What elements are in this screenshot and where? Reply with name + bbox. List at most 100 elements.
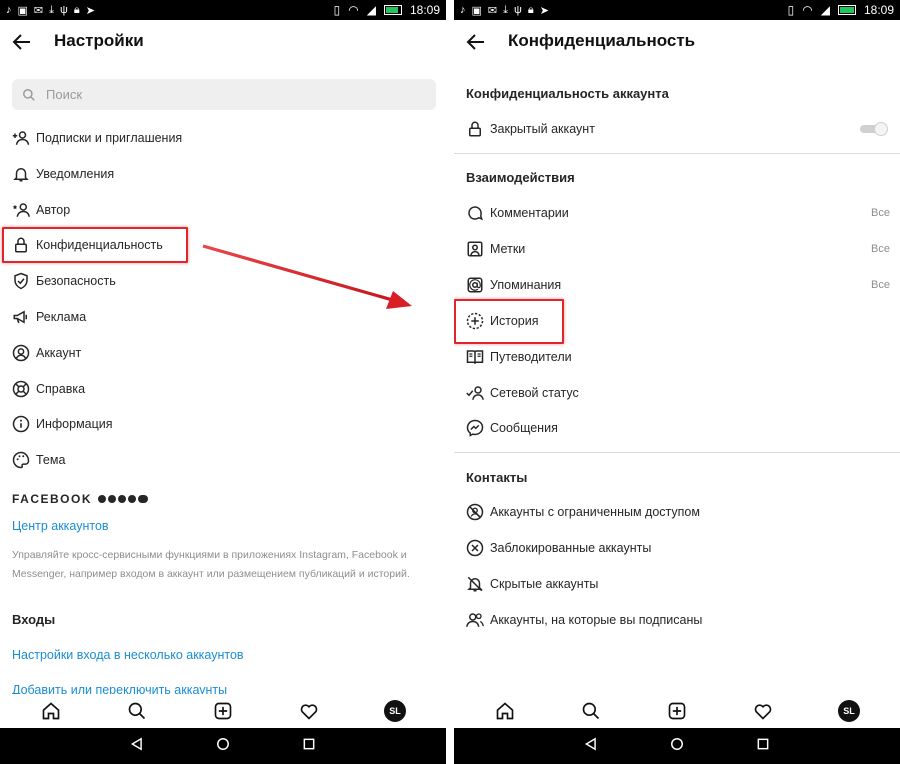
settings-item-ads[interactable]: Реклама <box>0 299 446 335</box>
bottom-navigation: SL <box>0 694 446 728</box>
interaction-item-activity-status[interactable]: Сетевой статус <box>454 375 900 411</box>
contacts-item-blocked[interactable]: Заблокированные аккаунты <box>454 530 900 566</box>
settings-item-label: Уведомления <box>36 167 115 181</box>
section-divider <box>454 452 900 453</box>
search-placeholder: Поиск <box>46 87 83 102</box>
settings-item-notifications[interactable]: Уведомления <box>0 156 446 192</box>
signal-icon: ◢ <box>820 3 830 17</box>
status-icons-right: ▯ ◠ ◢ 18:09 <box>334 3 440 17</box>
lock-status-icon: 🔒︎ <box>527 3 534 16</box>
system-back-icon[interactable] <box>130 736 144 756</box>
create-post-icon[interactable] <box>211 699 235 723</box>
settings-item-creator[interactable]: Автор <box>0 192 446 228</box>
activity-status-icon <box>465 383 485 403</box>
contacts-item-muted[interactable]: Скрытые аккаунты <box>454 566 900 602</box>
settings-item-help[interactable]: Справка <box>0 371 446 407</box>
system-recents-icon[interactable] <box>302 737 316 756</box>
search-tab-icon[interactable] <box>579 699 603 723</box>
messenger-icon <box>465 418 485 438</box>
search-tab-icon[interactable] <box>125 699 149 723</box>
interaction-item-tags[interactable]: Метки Все <box>454 231 900 267</box>
system-back-icon[interactable] <box>584 736 598 756</box>
multi-login-link[interactable]: Настройки входа в несколько аккаунтов <box>12 648 244 662</box>
wifi-icon: ◠ <box>348 3 359 17</box>
portal-icon <box>138 495 149 503</box>
comment-icon <box>465 203 485 223</box>
settings-item-label: Аккаунт <box>36 346 82 360</box>
image-icon: ▣ <box>471 4 482 17</box>
shield-icon <box>11 271 31 291</box>
usb-icon: ψ <box>60 4 68 16</box>
heart-icon[interactable] <box>751 699 775 723</box>
palette-icon <box>11 450 31 470</box>
contacts-item-restricted[interactable]: Аккаунты с ограниченным доступом <box>454 494 900 530</box>
interaction-item-comments[interactable]: Комментарии Все <box>454 195 900 231</box>
facebook-apps-icons <box>98 495 149 503</box>
contacts-label: Аккаунты, на которые вы подписаны <box>490 613 703 627</box>
interaction-item-guides[interactable]: Путеводители <box>454 339 900 375</box>
status-time: 18:09 <box>409 3 440 17</box>
accounts-center-description: Управляйте кросс-сервисными функциями в … <box>12 549 410 580</box>
heart-icon[interactable] <box>297 699 321 723</box>
page-title: Конфиденциальность <box>508 31 696 50</box>
settings-item-label: Безопасность <box>36 274 116 288</box>
back-arrow-icon[interactable] <box>464 30 488 54</box>
screenshot-root: ♪ ▣ ✉ ⤓ ψ 🔒︎ ➤ ▯ ◠ ◢ 18:09 Настройки Пои… <box>0 0 900 764</box>
privacy-header: Конфиденциальность <box>454 20 900 64</box>
account-privacy-heading: Конфиденциальность аккаунта <box>466 86 669 101</box>
private-account-row[interactable]: Закрытый аккаунт <box>454 111 900 147</box>
mail-icon: ✉ <box>33 4 44 17</box>
following-icon <box>465 610 485 630</box>
interaction-item-messages[interactable]: Сообщения <box>454 410 900 446</box>
logins-heading: Входы <box>12 612 56 627</box>
facebook-icon <box>98 495 107 503</box>
muted-icon <box>465 574 485 594</box>
settings-item-label: Автор <box>36 203 71 217</box>
settings-item-theme[interactable]: Тема <box>0 442 446 478</box>
settings-item-about[interactable]: Информация <box>0 406 446 442</box>
guide-icon <box>465 347 485 367</box>
bottom-navigation: SL <box>454 694 900 728</box>
back-arrow-icon[interactable] <box>10 30 34 54</box>
at-icon <box>465 275 485 295</box>
instagram-icon <box>118 495 127 503</box>
add-person-icon <box>11 128 31 148</box>
tiktok-icon: ♪ <box>460 4 466 16</box>
settings-item-label: Подписки и приглашения <box>36 131 183 145</box>
facebook-brand: FACEBOOK <box>12 492 93 506</box>
interaction-label: Сетевой статус <box>490 386 579 400</box>
image-icon: ▣ <box>17 4 28 17</box>
restricted-icon <box>465 502 485 522</box>
profile-tab[interactable]: SL <box>837 699 861 723</box>
interaction-item-mentions[interactable]: Упоминания Все <box>454 267 900 303</box>
status-bar: ♪ ▣ ✉ ⤓ ψ 🔒︎ ➤ ▯ ◠ ◢ 18:09 <box>0 0 446 20</box>
contacts-item-following[interactable]: Аккаунты, на которые вы подписаны <box>454 602 900 638</box>
settings-item-follow-invite[interactable]: Подписки и приглашения <box>0 120 446 156</box>
blocked-icon <box>465 538 485 558</box>
system-recents-icon[interactable] <box>756 737 770 756</box>
settings-item-account[interactable]: Аккаунт <box>0 335 446 371</box>
profile-tab[interactable]: SL <box>383 699 407 723</box>
accounts-center-link[interactable]: Центр аккаунтов <box>12 519 109 533</box>
private-account-toggle[interactable] <box>860 122 888 136</box>
create-post-icon[interactable] <box>665 699 689 723</box>
home-icon[interactable] <box>39 699 63 723</box>
interaction-value: Все <box>871 243 890 255</box>
contacts-label: Аккаунты с ограниченным доступом <box>490 505 700 519</box>
home-icon[interactable] <box>493 699 517 723</box>
wifi-icon: ◠ <box>802 3 813 17</box>
system-home-icon[interactable] <box>670 737 684 756</box>
settings-item-label: Тема <box>36 453 66 467</box>
settings-item-security[interactable]: Безопасность <box>0 263 446 299</box>
settings-header: Настройки <box>0 20 446 64</box>
search-input[interactable]: Поиск <box>12 79 436 110</box>
usb-icon: ψ <box>514 4 522 16</box>
settings-screen: ♪ ▣ ✉ ⤓ ψ 🔒︎ ➤ ▯ ◠ ◢ 18:09 Настройки Пои… <box>0 0 446 764</box>
status-icons-right: ▯ ◠ ◢ 18:09 <box>788 3 894 17</box>
panel-separator <box>446 0 454 764</box>
star-person-icon <box>11 200 31 220</box>
story-highlight-box <box>454 299 564 344</box>
privacy-highlight-box <box>2 227 188 263</box>
avatar: SL <box>838 700 860 722</box>
system-home-icon[interactable] <box>216 737 230 756</box>
